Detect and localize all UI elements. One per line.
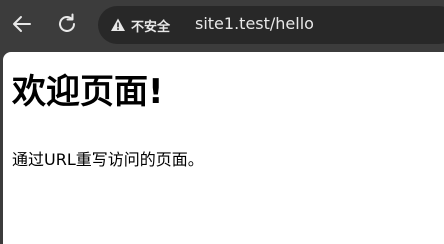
back-button[interactable] — [9, 11, 35, 37]
page-heading: 欢迎页面! — [12, 72, 164, 112]
page-paragraph: 通过URL重写访问的页面。 — [12, 150, 204, 169]
arrow-left-icon — [13, 16, 31, 32]
address-bar[interactable]: 不安全 site1.test/hello — [98, 6, 444, 44]
reload-icon — [59, 13, 75, 32]
url-text[interactable]: site1.test/hello — [195, 14, 314, 33]
security-label: 不安全 — [131, 19, 171, 35]
warning-triangle-icon — [110, 17, 126, 33]
reload-button[interactable] — [54, 11, 80, 37]
security-indicator[interactable]: 不安全 — [108, 12, 176, 38]
browser-toolbar: 不安全 site1.test/hello — [0, 0, 444, 52]
page-content: 欢迎页面! 通过URL重写访问的页面。 — [3, 52, 444, 244]
